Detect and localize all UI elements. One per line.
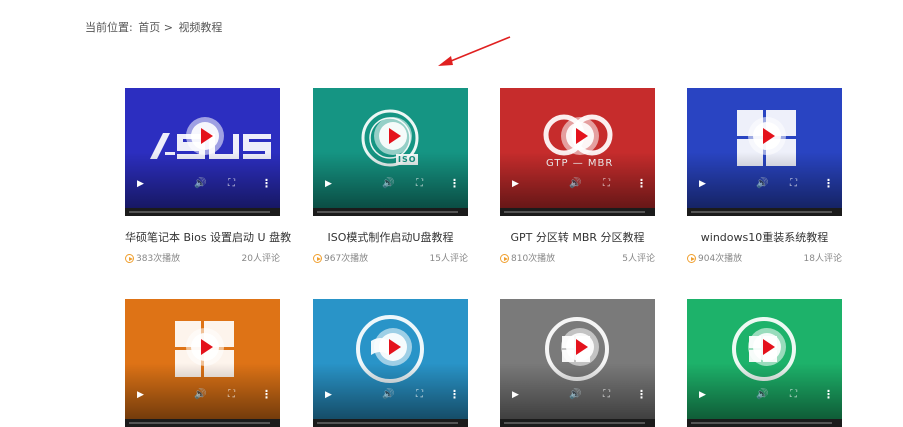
play-count: 967次播放 bbox=[313, 251, 368, 264]
fullscreen-icon[interactable]: ⛶ bbox=[228, 390, 235, 400]
progress-bar[interactable] bbox=[500, 419, 655, 427]
volume-icon[interactable]: 🔊 bbox=[194, 179, 206, 189]
more-options-icon[interactable]: ⋮ bbox=[261, 178, 272, 189]
video-card[interactable]: ▶ 🔊 ⛶ ⋮ 华硕笔记本 Bios 设置启动 U 盘教 383次播放 20人评… bbox=[125, 88, 291, 264]
progress-bar[interactable] bbox=[687, 419, 842, 427]
volume-icon[interactable]: 🔊 bbox=[569, 390, 581, 400]
volume-icon[interactable]: 🔊 bbox=[194, 390, 206, 400]
fullscreen-icon[interactable]: ⛶ bbox=[416, 179, 423, 189]
annotation-arrow-icon bbox=[438, 36, 511, 66]
fullscreen-icon[interactable]: ⛶ bbox=[603, 390, 610, 400]
more-options-icon[interactable]: ⋮ bbox=[636, 389, 647, 400]
play-count-icon bbox=[687, 254, 696, 263]
fullscreen-icon[interactable]: ⛶ bbox=[416, 390, 423, 400]
play-count-text: 967次播放 bbox=[324, 254, 369, 264]
volume-icon[interactable]: 🔊 bbox=[756, 390, 768, 400]
play-icon[interactable]: ▶ bbox=[325, 390, 332, 400]
video-player[interactable]: ▶ 🔊 ⛶ ⋮ bbox=[125, 88, 280, 216]
breadcrumb: 当前位置: 首页 > 视频教程 bbox=[85, 19, 224, 35]
progress-bar[interactable] bbox=[313, 208, 468, 216]
breadcrumb-home-link[interactable]: 首页 bbox=[138, 21, 160, 34]
video-player[interactable]: ▶ 🔊 ⛶ ⋮ bbox=[125, 299, 280, 427]
play-count-text: 810次播放 bbox=[511, 254, 556, 264]
fullscreen-icon[interactable]: ⛶ bbox=[790, 390, 797, 400]
comment-count: 18人评论 bbox=[803, 254, 842, 264]
play-overlay-icon[interactable] bbox=[185, 116, 225, 156]
play-icon[interactable]: ▶ bbox=[699, 390, 706, 400]
video-player[interactable]: GTP — MBR ▶ 🔊 ⛶ ⋮ bbox=[500, 88, 655, 216]
play-overlay-icon[interactable] bbox=[747, 116, 787, 156]
video-meta: 904次播放 18人评论 bbox=[687, 251, 842, 264]
play-icon[interactable]: ▶ bbox=[512, 179, 519, 189]
play-count-text: 383次播放 bbox=[136, 254, 181, 264]
video-meta: 967次播放 15人评论 bbox=[313, 251, 468, 264]
video-card[interactable]: ISO ▶ 🔊 ⛶ ⋮ ISO模式制作启动U盘教程 967次播放 15人评论 bbox=[313, 88, 468, 264]
progress-bar[interactable] bbox=[125, 208, 280, 216]
more-options-icon[interactable]: ⋮ bbox=[261, 389, 272, 400]
more-options-icon[interactable]: ⋮ bbox=[823, 178, 834, 189]
play-count: 904次播放 bbox=[687, 251, 742, 264]
volume-icon[interactable]: 🔊 bbox=[382, 179, 394, 189]
video-title[interactable]: ISO模式制作启动U盘教程 bbox=[313, 229, 468, 245]
play-icon[interactable]: ▶ bbox=[137, 179, 144, 189]
play-icon[interactable]: ▶ bbox=[512, 390, 519, 400]
play-count-text: 904次播放 bbox=[698, 254, 743, 264]
play-overlay-icon[interactable] bbox=[747, 327, 787, 367]
play-count-icon bbox=[313, 254, 322, 263]
comment-count: 5人评论 bbox=[622, 254, 655, 264]
video-player[interactable]: ▶ 🔊 ⛶ ⋮ bbox=[313, 299, 468, 427]
volume-icon[interactable]: 🔊 bbox=[756, 179, 768, 189]
video-title[interactable]: 华硕笔记本 Bios 设置启动 U 盘教 bbox=[125, 229, 291, 245]
video-player[interactable]: ▶ 🔊 ⛶ ⋮ bbox=[687, 299, 842, 427]
play-overlay-icon[interactable] bbox=[373, 327, 413, 367]
play-count: 383次播放 bbox=[125, 251, 180, 264]
fullscreen-icon[interactable]: ⛶ bbox=[603, 179, 610, 189]
play-icon[interactable]: ▶ bbox=[699, 179, 706, 189]
video-title[interactable]: windows10重装系统教程 bbox=[687, 229, 842, 245]
progress-bar[interactable] bbox=[313, 419, 468, 427]
comment-count: 15人评论 bbox=[429, 254, 468, 264]
play-count-icon bbox=[500, 254, 509, 263]
volume-icon[interactable]: 🔊 bbox=[382, 390, 394, 400]
video-title[interactable]: GPT 分区转 MBR 分区教程 bbox=[500, 229, 655, 245]
play-count: 810次播放 bbox=[500, 251, 555, 264]
video-player[interactable]: ISO ▶ 🔊 ⛶ ⋮ bbox=[313, 88, 468, 216]
video-card[interactable]: ▶ 🔊 ⛶ ⋮ bbox=[687, 299, 842, 427]
video-card[interactable]: ▶ 🔊 ⛶ ⋮ bbox=[500, 299, 655, 427]
video-meta: 810次播放 5人评论 bbox=[500, 251, 655, 264]
more-options-icon[interactable]: ⋮ bbox=[449, 389, 460, 400]
video-card[interactable]: ▶ 🔊 ⛶ ⋮ bbox=[313, 299, 468, 427]
video-card[interactable]: GTP — MBR ▶ 🔊 ⛶ ⋮ GPT 分区转 MBR 分区教程 810次播… bbox=[500, 88, 655, 264]
play-overlay-icon[interactable] bbox=[560, 116, 600, 156]
progress-bar[interactable] bbox=[500, 208, 655, 216]
progress-bar[interactable] bbox=[125, 419, 280, 427]
play-overlay-icon[interactable] bbox=[185, 327, 225, 367]
breadcrumb-prefix: 当前位置: bbox=[85, 21, 133, 34]
progress-bar[interactable] bbox=[687, 208, 842, 216]
video-card[interactable]: ▶ 🔊 ⛶ ⋮ windows10重装系统教程 904次播放 18人评论 bbox=[687, 88, 842, 264]
video-meta: 383次播放 20人评论 bbox=[125, 251, 280, 264]
more-options-icon[interactable]: ⋮ bbox=[636, 178, 647, 189]
play-icon[interactable]: ▶ bbox=[325, 179, 332, 189]
video-card[interactable]: ▶ 🔊 ⛶ ⋮ bbox=[125, 299, 280, 427]
video-player[interactable]: ▶ 🔊 ⛶ ⋮ bbox=[500, 299, 655, 427]
more-options-icon[interactable]: ⋮ bbox=[449, 178, 460, 189]
video-player[interactable]: ▶ 🔊 ⛶ ⋮ bbox=[687, 88, 842, 216]
fullscreen-icon[interactable]: ⛶ bbox=[790, 179, 797, 189]
breadcrumb-separator: > bbox=[163, 21, 173, 34]
play-overlay-icon[interactable] bbox=[373, 116, 413, 156]
play-overlay-icon[interactable] bbox=[560, 327, 600, 367]
comment-count: 20人评论 bbox=[241, 254, 280, 264]
play-icon[interactable]: ▶ bbox=[137, 390, 144, 400]
breadcrumb-current: 视频教程 bbox=[178, 21, 223, 34]
play-count-icon bbox=[125, 254, 134, 263]
fullscreen-icon[interactable]: ⛶ bbox=[228, 179, 235, 189]
volume-icon[interactable]: 🔊 bbox=[569, 179, 581, 189]
more-options-icon[interactable]: ⋮ bbox=[823, 389, 834, 400]
